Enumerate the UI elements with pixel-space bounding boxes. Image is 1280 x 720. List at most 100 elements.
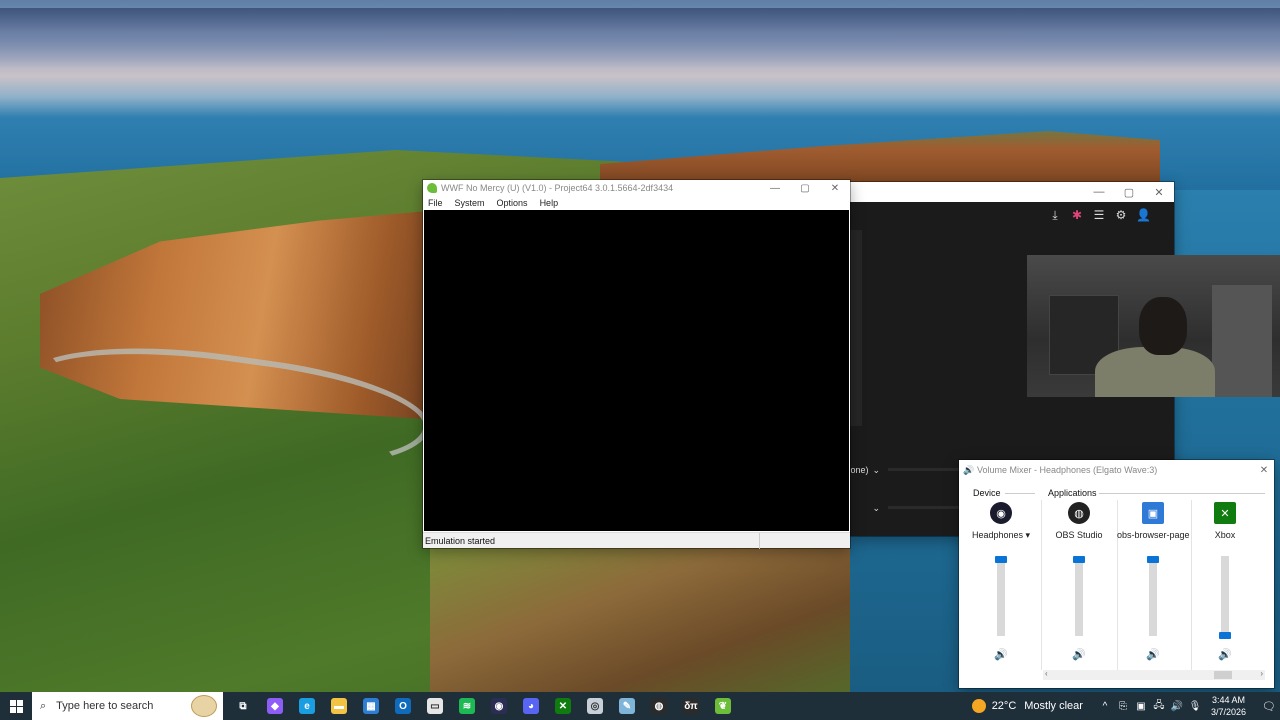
speaker-mute-icon[interactable]: 🔊 <box>994 648 1008 661</box>
download-icon[interactable]: ⤓ <box>1048 208 1062 222</box>
tray-app-icon[interactable]: ▣ <box>1133 701 1149 712</box>
volume-slider-track[interactable] <box>997 556 1005 636</box>
taskbar-app-button[interactable]: δπ <box>675 692 707 720</box>
menu-bar: File System Options Help <box>423 196 850 210</box>
close-button[interactable]: ✕ <box>1254 465 1274 476</box>
elgato-titlebar: — ▢ ✕ <box>850 182 1174 202</box>
side-panel <box>850 230 862 426</box>
window-controls: — ▢ ✕ <box>760 183 850 194</box>
taskbar: ⌕ Type here to search ⧉ ◆ e ▬ ▦ O ▭ ≋ ◉ ◕ ✕ ◎ ✎ ◍ δπ ❦ … <box>0 692 1280 720</box>
taskbar-app-button[interactable]: O <box>387 692 419 720</box>
taskbar-app-button[interactable]: ◎ <box>579 692 611 720</box>
minimize-button[interactable]: — <box>760 183 790 194</box>
output-dropdown[interactable]: ⌄ <box>850 498 884 518</box>
start-button[interactable] <box>0 692 32 720</box>
taskbar-apps: ⧉ ◆ e ▬ ▦ O ▭ ≋ ◉ ◕ ✕ ◎ ✎ ◍ δπ ❦ <box>227 692 739 720</box>
browser-page-icon[interactable]: ▣ <box>1142 502 1164 524</box>
steam-icon: ◎ <box>587 698 603 714</box>
chevron-down-icon: ⌄ <box>872 502 880 513</box>
scroll-right-icon[interactable]: › <box>1260 669 1263 678</box>
taskbar-app-button[interactable]: ◍ <box>643 692 675 720</box>
taskbar-app-button[interactable]: ◆ <box>259 692 291 720</box>
scroll-left-icon[interactable]: ‹ <box>1045 669 1048 678</box>
speaker-mute-icon[interactable]: 🔊 <box>1218 648 1232 661</box>
taskbar-app-button[interactable]: ▭ <box>419 692 451 720</box>
volume-slider-thumb[interactable] <box>1219 632 1231 639</box>
divider <box>1099 493 1265 494</box>
channel-name: OBS Studio <box>1055 530 1103 540</box>
project64-icon: ❦ <box>715 698 731 714</box>
weather-temp: 22°C <box>991 700 1017 712</box>
maximize-button[interactable]: ▢ <box>790 183 820 194</box>
applications-label: Applications <box>1048 488 1097 498</box>
channel-name[interactable]: Headphones ▾ <box>965 530 1037 541</box>
menu-options[interactable]: Options <box>497 198 528 208</box>
taskbar-app-button[interactable]: ▬ <box>323 692 355 720</box>
user-icon[interactable]: 👤 <box>1136 208 1151 222</box>
volume-mixer-titlebar: 🔊 Volume Mixer - Headphones (Elgato Wave… <box>959 460 1274 480</box>
file-explorer-icon: ▬ <box>331 698 347 714</box>
search-placeholder: Type here to search <box>56 700 154 712</box>
menu-file[interactable]: File <box>428 198 443 208</box>
taskbar-app-button[interactable]: ◕ <box>515 692 547 720</box>
show-hidden-icons-icon[interactable]: ^ <box>1097 701 1113 712</box>
taskbar-app-button[interactable]: ≋ <box>451 692 483 720</box>
speaker-mute-icon[interactable]: 🔊 <box>1146 648 1160 661</box>
weather-desc: Mostly clear <box>1024 700 1083 712</box>
elgato-icon[interactable]: ◉ <box>990 502 1012 524</box>
dropdown-label: one) <box>850 465 869 475</box>
volume-slider-thumb[interactable] <box>995 556 1007 563</box>
volume-slider-track[interactable] <box>1149 556 1157 636</box>
maximize-button[interactable]: ▢ <box>1114 186 1144 199</box>
taskbar-app-button[interactable]: ✕ <box>547 692 579 720</box>
close-button[interactable]: ✕ <box>820 183 850 194</box>
sliders-icon[interactable]: ☰ <box>1092 208 1106 222</box>
taskbar-app-button[interactable]: ▦ <box>355 692 387 720</box>
input-dropdown[interactable]: one) ⌄ <box>850 460 884 480</box>
slack-icon[interactable]: ✱ <box>1070 208 1084 222</box>
clock-date: 3/7/2026 <box>1210 707 1246 717</box>
level-meter <box>888 506 968 509</box>
horizontal-scrollbar[interactable]: ‹ › <box>1043 669 1265 680</box>
column-divider <box>1041 500 1042 670</box>
volume-mixer-window: 🔊 Volume Mixer - Headphones (Elgato Wave… <box>959 460 1274 688</box>
obs-icon[interactable]: ◍ <box>1068 502 1090 524</box>
mixer-channel: ◍ OBS Studio <box>1043 502 1115 540</box>
taskbar-app-button[interactable]: e <box>291 692 323 720</box>
scroll-thumb[interactable] <box>1214 671 1232 679</box>
window-controls: — ▢ ✕ <box>1084 186 1174 199</box>
store-icon: ▦ <box>363 698 379 714</box>
taskbar-app-button[interactable]: ◉ <box>483 692 515 720</box>
menu-help[interactable]: Help <box>540 198 559 208</box>
wallpaper-far-cliff <box>600 131 1160 188</box>
taskbar-search[interactable]: ⌕ Type here to search <box>32 692 223 720</box>
task-view-icon: ⧉ <box>235 698 251 714</box>
volume-slider-track[interactable] <box>1221 556 1229 636</box>
window-title: WWF No Mercy (U) (V1.0) - Project64 3.0.… <box>441 183 674 193</box>
minimize-button[interactable]: — <box>1084 186 1114 199</box>
search-highlight-icon <box>191 695 217 717</box>
search-icon: ⌕ <box>40 699 47 712</box>
menu-system[interactable]: System <box>455 198 485 208</box>
notifications-icon[interactable]: 🗨 <box>1258 700 1280 713</box>
xbox-icon[interactable]: ✕ <box>1214 502 1236 524</box>
taskbar-app-button[interactable]: ✎ <box>611 692 643 720</box>
volume-slider-thumb[interactable] <box>1073 556 1085 563</box>
microphone-icon[interactable]: 🎙 <box>1187 701 1203 712</box>
gear-icon[interactable]: ⚙ <box>1114 208 1128 222</box>
network-icon[interactable]: 🖧 <box>1151 698 1167 715</box>
xbox-icon: ✕ <box>555 698 571 714</box>
volume-slider-thumb[interactable] <box>1147 556 1159 563</box>
volume-icon[interactable]: 🔊 <box>1169 701 1185 712</box>
tray-app-icon[interactable]: ⎘ <box>1115 701 1131 712</box>
mixer-channel: ✕ Xbox <box>1189 502 1261 540</box>
close-button[interactable]: ✕ <box>1144 186 1174 199</box>
taskbar-app-button[interactable]: ❦ <box>707 692 739 720</box>
clock[interactable]: 3:44 AM 3/7/2026 <box>1211 694 1246 718</box>
speaker-mute-icon[interactable]: 🔊 <box>1072 648 1086 661</box>
emulator-screen[interactable] <box>424 210 849 531</box>
volume-slider-track[interactable] <box>1075 556 1083 636</box>
taskbar-app-button[interactable]: ⧉ <box>227 692 259 720</box>
weather-widget[interactable]: 22°C Mostly clear <box>971 699 1083 713</box>
clock-time: 3:44 AM <box>1211 695 1245 705</box>
